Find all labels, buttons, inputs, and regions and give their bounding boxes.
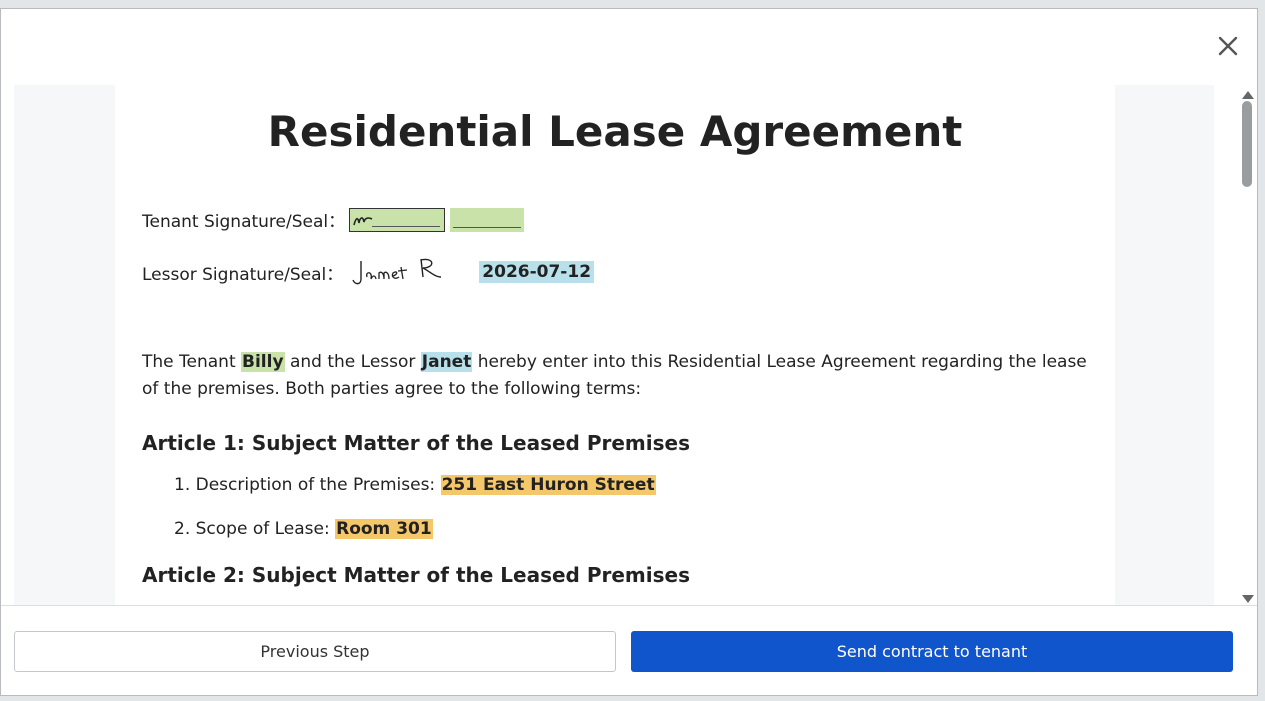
lessor-signature-label: Lessor Signature/Seal：	[142, 264, 344, 285]
intro-mid: and the Lessor	[284, 352, 421, 372]
document-viewer[interactable]: Residential Lease Agreement Tenant Signa…	[14, 85, 1214, 605]
previous-step-button[interactable]: Previous Step	[14, 631, 616, 672]
article-1-item-2: 2. Scope of Lease: Room 301	[174, 519, 433, 539]
premises-description-field: 251 East Huron Street	[440, 475, 656, 495]
intro-prefix: The Tenant	[142, 352, 242, 372]
item-2-label: 2. Scope of Lease:	[174, 519, 336, 539]
article-1-heading: Article 1: Subject Matter of the Leased …	[142, 431, 690, 455]
scroll-thumb[interactable]	[1242, 101, 1252, 187]
document-title: Residential Lease Agreement	[267, 107, 963, 156]
lease-scope-field: Room 301	[335, 519, 433, 539]
article-2-heading: Article 2: Subject Matter of the Leased …	[142, 563, 690, 587]
scroll-up-arrow-icon[interactable]	[1242, 91, 1254, 99]
document-page: Residential Lease Agreement Tenant Signa…	[115, 85, 1115, 605]
document-scrollbar[interactable]	[1239, 85, 1255, 605]
article-1-item-1: 1. Description of the Premises: 251 East…	[174, 475, 656, 495]
scroll-down-arrow-icon[interactable]	[1242, 595, 1254, 603]
close-icon	[1218, 36, 1238, 56]
tenant-name-field: Billy	[241, 352, 285, 372]
lessor-name-field: Janet	[420, 352, 473, 372]
item-1-label: 1. Description of the Premises:	[174, 475, 441, 495]
lessor-signature-date: 2026-07-12	[479, 261, 595, 283]
tenant-date-field[interactable]	[450, 207, 525, 232]
lessor-signature-row: Lessor Signature/Seal： 2026-07-12	[142, 255, 595, 289]
tenant-signature-row: Tenant Signature/Seal：	[142, 207, 525, 232]
intro-paragraph: The Tenant Billy and the Lessor Janet he…	[142, 349, 1092, 403]
tenant-signature-field[interactable]	[349, 207, 446, 232]
lessor-handwritten-signature	[352, 258, 442, 285]
tenant-signature-label: Tenant Signature/Seal：	[142, 212, 346, 232]
contract-preview-modal: Residential Lease Agreement Tenant Signa…	[0, 8, 1258, 696]
modal-footer: Previous Step Send contract to tenant	[1, 605, 1257, 695]
send-contract-button[interactable]: Send contract to tenant	[631, 631, 1233, 672]
close-button[interactable]	[1213, 31, 1243, 61]
